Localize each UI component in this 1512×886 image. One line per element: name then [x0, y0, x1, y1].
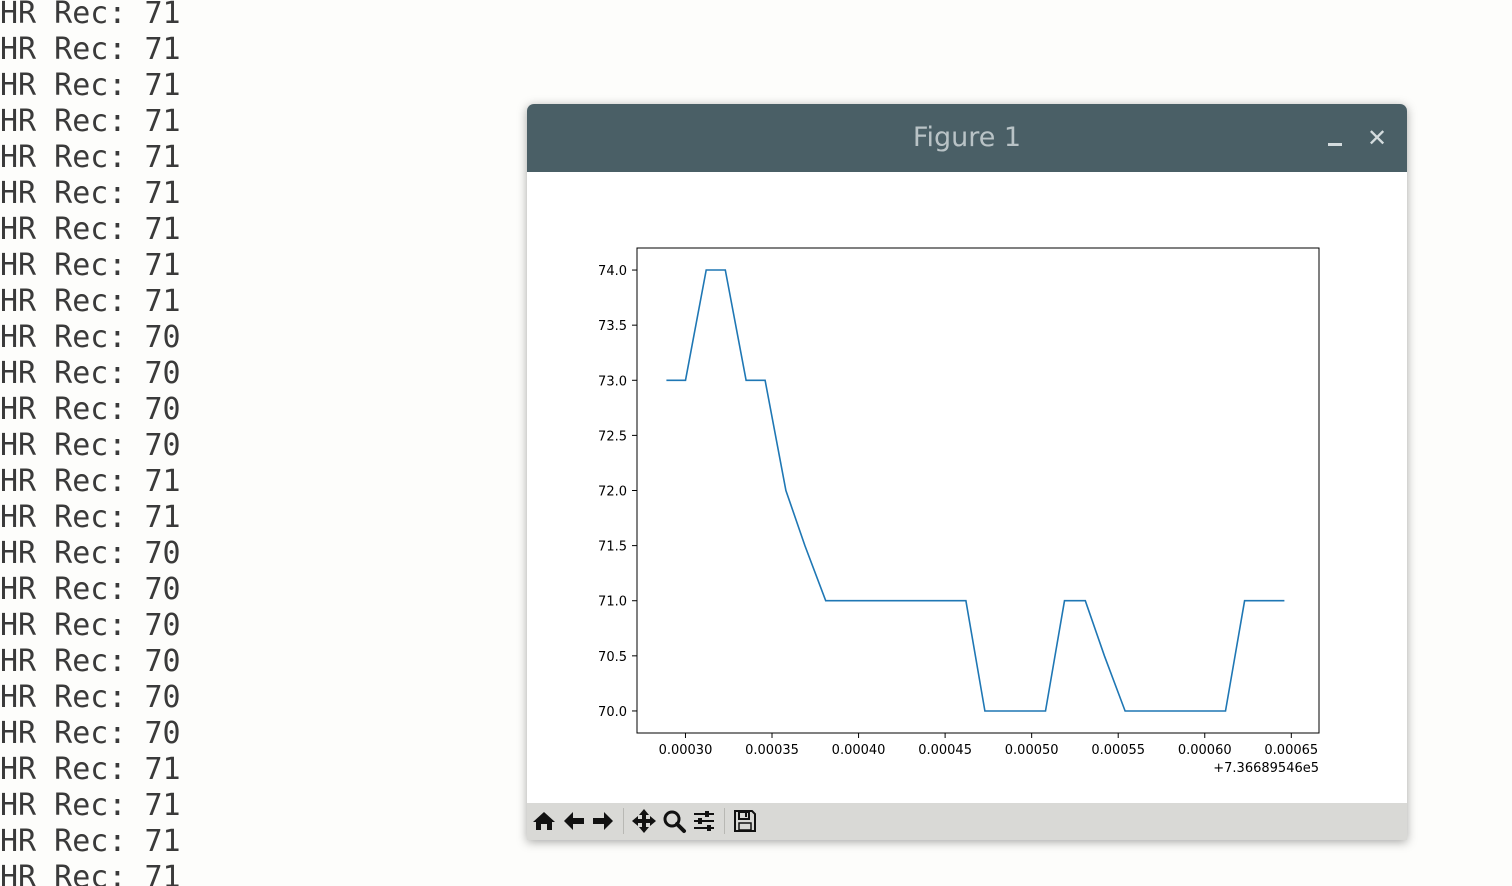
pan-button[interactable]	[630, 807, 658, 835]
configure-subplots-button[interactable]	[690, 807, 718, 835]
terminal-line: HR Rec: 70	[0, 320, 181, 355]
terminal-line: HR Rec: 71	[0, 860, 181, 886]
y-tick-label: 72.5	[598, 429, 627, 444]
zoom-button[interactable]	[660, 807, 688, 835]
x-tick-label: 0.00060	[1178, 743, 1232, 758]
terminal-line: HR Rec: 70	[0, 680, 181, 715]
magnifier-icon	[663, 810, 686, 833]
terminal-line: HR Rec: 70	[0, 536, 181, 571]
y-tick-label: 70.0	[598, 705, 627, 720]
y-tick-label: 72.0	[598, 485, 627, 500]
x-offset-label: +7.36689546e5	[1213, 761, 1319, 776]
terminal-line: HR Rec: 70	[0, 716, 181, 751]
move-icon	[632, 809, 656, 833]
sliders-icon	[694, 811, 714, 831]
arrow-left-icon	[564, 812, 584, 830]
terminal-line: HR Rec: 70	[0, 392, 181, 427]
floppy-disk-icon	[734, 810, 756, 832]
y-tick-label: 70.5	[598, 650, 627, 665]
terminal-line: HR Rec: 71	[0, 104, 181, 139]
terminal-line: HR Rec: 70	[0, 572, 181, 607]
series-line-0	[666, 269, 1285, 712]
x-tick-label: 0.00045	[918, 743, 972, 758]
terminal-line: HR Rec: 71	[0, 464, 181, 499]
terminal-line: HR Rec: 70	[0, 608, 181, 643]
terminal-line: HR Rec: 71	[0, 248, 181, 283]
terminal-line: HR Rec: 70	[0, 644, 181, 679]
terminal-output: HR Rec: 71 HR Rec: 71 HR Rec: 71 HR Rec: 71…	[0, 0, 520, 886]
line-chart: 0.00030 0.00035 0.00040 0.00045 0.00050 0.000…	[598, 247, 1320, 776]
terminal-line: HR Rec: 71	[0, 500, 181, 535]
arrow-right-icon	[593, 812, 613, 830]
terminal-line: HR Rec: 71	[0, 788, 181, 823]
terminal-line: HR Rec: 70	[0, 356, 181, 391]
back-button[interactable]	[560, 807, 588, 835]
terminal-line: HR Rec: 71	[0, 68, 181, 103]
y-tick-label: 71.5	[598, 540, 627, 555]
x-tick-label: 0.00050	[1005, 743, 1059, 758]
x-tick-label: 0.00055	[1091, 743, 1145, 758]
x-tick-label: 0.00035	[745, 743, 799, 758]
window-titlebar[interactable]: Figure 1 ✕	[527, 104, 1407, 172]
terminal-line: HR Rec: 71	[0, 0, 181, 31]
figure-window: Figure 1 ✕ 0.00030 0.00035 0.00040 0.00045 0…	[527, 104, 1407, 840]
y-tick-label: 71.0	[598, 595, 627, 610]
x-tick-label: 0.00040	[832, 743, 886, 758]
home-icon	[533, 812, 555, 830]
y-tick-label: 73.5	[598, 319, 627, 334]
toolbar-separator	[724, 808, 725, 834]
y-tick-label: 73.0	[598, 374, 627, 389]
terminal-line: HR Rec: 71	[0, 32, 181, 67]
axes-frame	[636, 247, 1320, 734]
terminal-line: HR Rec: 71	[0, 752, 181, 787]
terminal-line: HR Rec: 71	[0, 824, 181, 859]
terminal-line: HR Rec: 71	[0, 212, 181, 247]
x-tick-label: 0.00030	[659, 743, 713, 758]
forward-button[interactable]	[589, 807, 617, 835]
plot-canvas[interactable]: 0.00030 0.00035 0.00040 0.00045 0.00050 0.000…	[527, 172, 1407, 803]
save-button[interactable]	[731, 807, 759, 835]
terminal-line: HR Rec: 71	[0, 140, 181, 175]
y-tick-label: 74.0	[598, 264, 627, 279]
terminal-line: HR Rec: 71	[0, 176, 181, 211]
minimize-icon[interactable]	[1320, 123, 1350, 153]
terminal-line: HR Rec: 71	[0, 284, 181, 319]
x-tick-label: 0.00065	[1264, 743, 1318, 758]
window-title: Figure 1	[912, 122, 1022, 153]
toolbar-separator	[623, 808, 624, 834]
terminal-line: HR Rec: 70	[0, 428, 181, 463]
navigation-toolbar	[527, 803, 1407, 840]
home-button[interactable]	[530, 807, 558, 835]
close-icon[interactable]: ✕	[1362, 123, 1392, 153]
